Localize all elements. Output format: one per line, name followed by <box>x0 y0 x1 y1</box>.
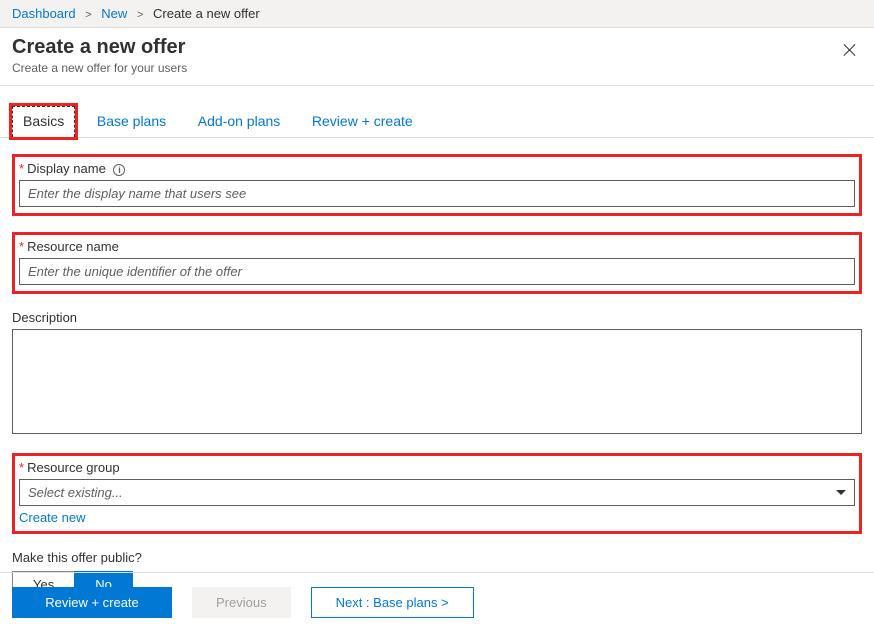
required-asterisk: * <box>19 161 24 176</box>
breadcrumb-new[interactable]: New <box>101 6 127 21</box>
resource-group-value: Select existing... <box>28 485 123 500</box>
resource-name-label: *Resource name <box>19 239 855 254</box>
description-label: Description <box>12 310 862 325</box>
tab-add-on-plans[interactable]: Add-on plans <box>188 107 291 137</box>
tab-basics[interactable]: Basics <box>12 106 75 137</box>
page-subtitle: Create a new offer for your users <box>12 61 862 75</box>
breadcrumb-dashboard[interactable]: Dashboard <box>12 6 76 21</box>
tab-base-plans[interactable]: Base plans <box>87 107 176 137</box>
chevron-right-icon: > <box>85 9 91 21</box>
display-name-group: *Display name i <box>12 154 862 216</box>
chevron-down-icon <box>836 490 846 495</box>
resource-group-group: *Resource group Select existing... Creat… <box>12 453 862 534</box>
next-button[interactable]: Next : Base plans > <box>311 587 474 618</box>
resource-group-label: *Resource group <box>19 460 855 475</box>
page-header: Create a new offer Create a new offer fo… <box>0 28 874 86</box>
required-asterisk: * <box>19 239 24 254</box>
resource-group-select[interactable]: Select existing... <box>19 479 855 506</box>
previous-button: Previous <box>192 587 291 618</box>
required-asterisk: * <box>19 460 24 475</box>
make-public-label: Make this offer public? <box>12 550 862 565</box>
display-name-label: *Display name i <box>19 161 855 176</box>
display-name-input[interactable] <box>19 180 855 207</box>
page-title: Create a new offer <box>12 36 862 59</box>
description-group: Description <box>12 310 862 437</box>
create-new-link[interactable]: Create new <box>19 510 85 525</box>
tabs-row: Basics Base plans Add-on plans Review + … <box>0 86 874 138</box>
form-area: *Display name i *Resource name Descripti… <box>0 138 874 630</box>
tab-review-create[interactable]: Review + create <box>302 107 423 137</box>
close-icon[interactable] <box>842 42 858 58</box>
resource-name-input[interactable] <box>19 258 855 285</box>
breadcrumb: Dashboard > New > Create a new offer <box>0 0 874 28</box>
description-input[interactable] <box>12 329 862 434</box>
breadcrumb-current: Create a new offer <box>153 6 260 21</box>
review-create-button[interactable]: Review + create <box>12 587 172 618</box>
resource-name-group: *Resource name <box>12 232 862 294</box>
chevron-right-icon: > <box>137 9 143 21</box>
info-icon[interactable]: i <box>113 164 125 176</box>
footer-bar: Review + create Previous Next : Base pla… <box>0 572 874 632</box>
